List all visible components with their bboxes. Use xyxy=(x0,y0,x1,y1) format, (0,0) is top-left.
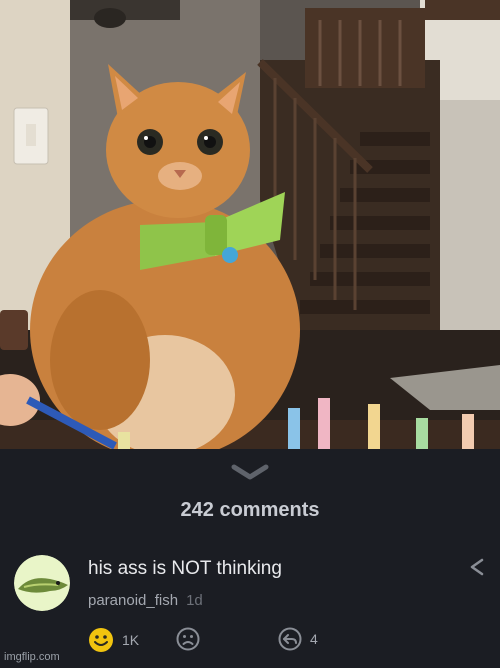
comment-actions: 1K 4 xyxy=(0,627,500,657)
comments-count: 242 comments xyxy=(180,499,320,521)
comment-text: his ass is NOT thinking xyxy=(88,558,282,579)
like-button[interactable]: 1K xyxy=(88,627,139,653)
watermark: imgflip.com xyxy=(4,651,60,663)
replies-icon xyxy=(278,627,302,651)
comment-meta: paranoid_fish 1d xyxy=(88,592,203,609)
like-count: 1K xyxy=(122,632,140,648)
chevron-down-icon[interactable] xyxy=(228,461,272,483)
reply-arrow-icon[interactable] xyxy=(466,556,488,578)
dislike-button[interactable] xyxy=(176,627,200,651)
replies-button[interactable]: 4 xyxy=(278,627,318,651)
replies-count: 4 xyxy=(310,631,318,647)
smile-icon xyxy=(89,628,113,652)
comment-time: 1d xyxy=(186,592,203,609)
comment-author[interactable]: paranoid_fish xyxy=(88,592,178,609)
post-photo[interactable] xyxy=(0,0,500,449)
comments-panel: 242 comments his ass is NOT thinking par… xyxy=(0,449,500,668)
frown-icon xyxy=(176,627,200,651)
avatar[interactable] xyxy=(14,555,70,611)
